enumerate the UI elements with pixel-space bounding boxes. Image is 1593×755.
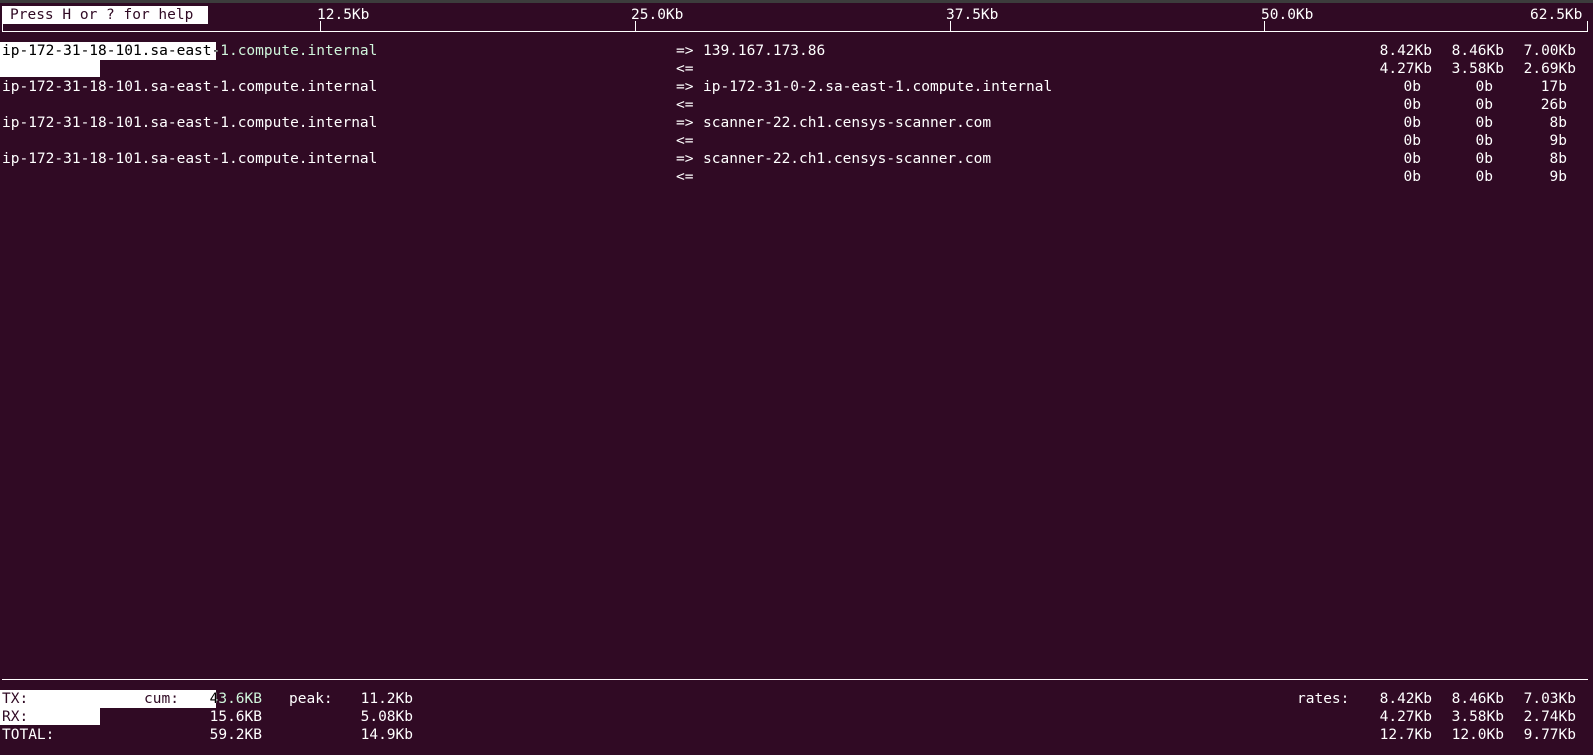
tx-rate-10s: 0b	[1475, 115, 1493, 131]
rx-rate-2s-total: 4.27Kb	[1379, 709, 1432, 725]
total-tx-bar	[0, 690, 216, 708]
total-rate-40s: 9.77Kb	[1523, 727, 1576, 743]
scale-tick	[2, 21, 3, 32]
rx-arrow: <=	[676, 61, 694, 77]
rx-rate-40s: 26b	[1540, 97, 1567, 113]
tx-rate-2s: 0b	[1403, 115, 1421, 131]
scale-label-62-5: 62.5Kb	[1530, 7, 1583, 23]
scale-label-12-5: 12.5Kb	[317, 7, 370, 23]
rx-rate-40s: 9b	[1549, 169, 1567, 185]
cum-label: cum:	[144, 691, 179, 707]
scale-label-37-5: 37.5Kb	[946, 7, 999, 23]
tx-peak-value: 11.2Kb	[360, 691, 413, 707]
connection-destination[interactable]: scanner-22.ch1.censys-scanner.com	[703, 114, 991, 132]
tx-arrow: =>	[676, 151, 694, 167]
tx-rate-40s: 7.00Kb	[1523, 43, 1576, 59]
footer-separator	[2, 679, 1588, 680]
total-label: TOTAL:	[2, 727, 55, 743]
tx-rate-10s-total: 8.46Kb	[1451, 691, 1504, 707]
rx-rate-10s: 0b	[1475, 97, 1493, 113]
connection-destination[interactable]: ip-172-31-0-2.sa-east-1.compute.internal	[703, 78, 1052, 96]
total-rate-10s: 12.0Kb	[1451, 727, 1504, 743]
rx-rate-2s: 0b	[1403, 97, 1421, 113]
rx-rate-40s: 9b	[1549, 133, 1567, 149]
scale-label-25: 25.0Kb	[631, 7, 684, 23]
tx-arrow: =>	[676, 43, 694, 59]
rx-rate-2s: 4.27Kb	[1379, 61, 1432, 77]
rx-rate-10s-total: 3.58Kb	[1451, 709, 1504, 725]
scale-tick	[1264, 21, 1265, 32]
tx-rate-2s: 0b	[1403, 151, 1421, 167]
tx-rate-40s: 8b	[1549, 115, 1567, 131]
tx-rate-10s: 0b	[1475, 151, 1493, 167]
scale-tick	[950, 21, 951, 32]
scale-tick	[320, 21, 321, 32]
rx-rate-40s-total: 2.74Kb	[1523, 709, 1576, 725]
rx-rate-10s: 0b	[1475, 133, 1493, 149]
tx-rate-2s: 8.42Kb	[1379, 43, 1432, 59]
total-rate-2s: 12.7Kb	[1379, 727, 1432, 743]
connection-source[interactable]: ip-172-31-18-101.sa-east-1.compute.inter…	[2, 78, 377, 96]
tx-rate-40s: 8b	[1549, 151, 1567, 167]
tx-rate-2s: 0b	[1403, 79, 1421, 95]
tx-rate-2s-total: 8.42Kb	[1379, 691, 1432, 707]
scale-tick	[1587, 21, 1588, 32]
connection-source[interactable]: ip-172-31-18-101.sa-east-1.compute.inter…	[2, 114, 377, 132]
connection-source[interactable]: ip-172-31-18-101.sa-east-1.compute.inter…	[2, 150, 377, 168]
scale-tick	[635, 21, 636, 32]
connection-source[interactable]: ip-172-31-18-101.sa-east-1.compute.inter…	[2, 42, 377, 60]
rx-rate-bar	[0, 60, 100, 77]
scale-label-50: 50.0Kb	[1261, 7, 1314, 23]
tx-rate-10s: 0b	[1475, 79, 1493, 95]
connection-destination[interactable]: 139.167.173.86	[703, 42, 825, 60]
total-cum-value: 59.2KB	[209, 727, 262, 743]
rx-rate-10s: 3.58Kb	[1451, 61, 1504, 77]
rx-arrow: <=	[676, 169, 694, 185]
rx-arrow: <=	[676, 133, 694, 149]
rx-cum-value: 15.6KB	[209, 709, 262, 725]
tx-cum-value: 43.6KB	[209, 691, 262, 707]
connection-destination[interactable]: scanner-22.ch1.censys-scanner.com	[703, 150, 991, 168]
rx-rate-10s: 0b	[1475, 169, 1493, 185]
rx-arrow: <=	[676, 97, 694, 113]
rx-rate-2s: 0b	[1403, 169, 1421, 185]
rx-peak-value: 5.08Kb	[360, 709, 413, 725]
rx-rate-40s: 2.69Kb	[1523, 61, 1576, 77]
tx-label: TX:	[2, 691, 29, 707]
scale-axis	[2, 31, 1588, 32]
total-peak-value: 14.9Kb	[360, 727, 413, 743]
tx-arrow: =>	[676, 79, 694, 95]
tx-rate-10s: 8.46Kb	[1451, 43, 1504, 59]
terminal-top-edge	[0, 0, 1593, 3]
tx-rate-40s-total: 7.03Kb	[1523, 691, 1576, 707]
peak-label: peak:	[289, 691, 333, 707]
help-hint: Press H or ? for help	[2, 6, 208, 24]
rx-label: RX:	[2, 709, 29, 725]
rx-rate-2s: 0b	[1403, 133, 1421, 149]
tx-arrow: =>	[676, 115, 694, 131]
tx-rate-40s: 17b	[1540, 79, 1567, 95]
